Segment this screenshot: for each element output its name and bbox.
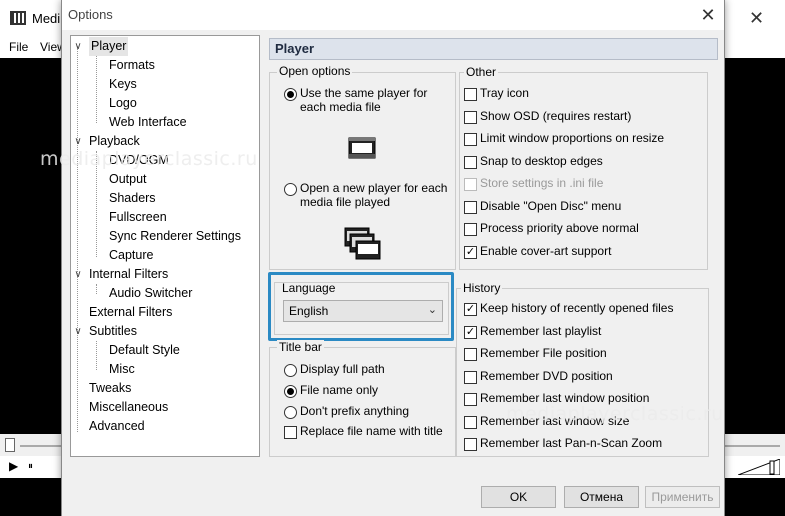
play-icon[interactable]: ▶: [9, 459, 18, 473]
title-bar-radio-2[interactable]: [284, 406, 297, 419]
tree-item-label: Default Style: [109, 343, 180, 357]
apply-button[interactable]: Применить: [645, 486, 720, 508]
tree-item-label: Fullscreen: [109, 210, 167, 224]
same-player-label-1: Use the same player for: [300, 86, 428, 100]
film-icon: [10, 11, 26, 25]
replace-title-checkbox[interactable]: [284, 426, 297, 439]
tree-item-label: Miscellaneous: [89, 400, 169, 414]
history-option-label: Remember last playlist: [480, 323, 602, 338]
pause-icon[interactable]: ⏸: [28, 461, 33, 472]
seekbar-thumb[interactable]: [5, 438, 15, 452]
tree-connector: [96, 284, 97, 294]
watermark-bottom: mediaplayerclassic.ru: [506, 403, 724, 425]
tree-item-label: External Filters: [89, 305, 173, 319]
other-option-checkbox[interactable]: ✓: [464, 245, 477, 259]
history-option-label: Remember last Pan-n-Scan Zoom: [480, 436, 663, 450]
watermark-top: mediaplayerclassic.ru: [40, 148, 258, 170]
tree-item-label: Player: [89, 37, 129, 56]
tree-item-label: Capture: [109, 248, 154, 262]
cancel-button[interactable]: Отмена: [564, 486, 639, 508]
other-option-label: Enable cover-art support: [480, 243, 612, 258]
tree-connector: [96, 341, 97, 370]
expand-toggle-icon[interactable]: ∨: [72, 265, 84, 284]
history-title: History: [461, 281, 503, 295]
other-option-checkbox[interactable]: [464, 155, 477, 169]
options-dialog: Options ✕ ∨ Player Formats Keys Logo Web Inte…: [61, 0, 725, 516]
title-bar-option-label: Display full path: [300, 362, 385, 376]
other-option-checkbox: [464, 178, 477, 191]
panel-title: Player: [275, 41, 315, 56]
background-close-icon[interactable]: ✕: [749, 8, 764, 29]
other-option-label: Limit window proportions on resize: [480, 131, 665, 145]
single-player-icon: [348, 137, 376, 159]
tree-connector: [96, 56, 97, 123]
other-option-checkbox[interactable]: [464, 88, 477, 101]
history-option-label: Remember DVD position: [480, 368, 613, 383]
other-option-label: Disable "Open Disc" menu: [480, 198, 622, 213]
other-option-checkbox[interactable]: [464, 110, 477, 124]
other-option-checkbox[interactable]: [464, 223, 477, 236]
new-player-label-1: Open a new player for each: [300, 181, 448, 195]
title-bar-option-label: File name only: [300, 383, 379, 397]
tree-item-label: Shaders: [109, 191, 156, 205]
title-bar-title: Title bar: [277, 340, 324, 354]
new-player-radio[interactable]: [284, 183, 297, 196]
other-option-label: Tray icon: [480, 86, 529, 100]
tree-item-label: Sync Renderer Settings: [109, 229, 242, 243]
ok-button[interactable]: OK: [481, 486, 556, 508]
tree-item-label: Advanced: [89, 419, 145, 433]
close-icon[interactable]: ✕: [696, 3, 720, 27]
tree-item-label: Misc: [109, 362, 135, 376]
tree-item-label: Web Interface: [109, 115, 187, 129]
volume-slider[interactable]: [738, 459, 780, 475]
expand-toggle-icon[interactable]: ∨: [72, 37, 84, 56]
other-title: Other: [464, 65, 499, 79]
tree-item-label: Keys: [109, 77, 137, 91]
history-option-checkbox[interactable]: ✓: [464, 325, 477, 339]
expand-toggle-icon[interactable]: ∨: [72, 322, 84, 341]
tree-item-label: Logo: [109, 96, 137, 110]
history-option-label: Remember File position: [480, 346, 607, 360]
tree-item-label: Formats: [109, 58, 155, 72]
tree-item-label: Internal Filters: [89, 267, 169, 281]
title-bar-option-label: Don't prefix anything: [300, 404, 410, 418]
title-bar-radio-1[interactable]: [284, 385, 297, 398]
background-window-title: Medi: [32, 11, 61, 26]
history-option-checkbox[interactable]: [464, 415, 477, 429]
history-option-label: Keep history of recently opened files: [480, 301, 674, 315]
other-option-label: Snap to desktop edges: [480, 153, 603, 168]
language-highlight: [268, 272, 454, 341]
other-option-checkbox[interactable]: [464, 200, 477, 214]
other-option-checkbox[interactable]: [464, 133, 477, 146]
panel-header: Player: [269, 38, 718, 60]
tree-item-label: Tweaks: [89, 381, 132, 395]
same-player-label-2: each media file: [300, 100, 381, 114]
history-option-checkbox[interactable]: [464, 348, 477, 361]
tree-item-label: Audio Switcher: [109, 286, 193, 300]
tree-connector: [77, 46, 78, 432]
replace-title-label: Replace file name with title: [300, 424, 443, 438]
history-option-checkbox[interactable]: [464, 370, 477, 384]
history-option-checkbox[interactable]: [464, 393, 477, 406]
tree-item-label: Subtitles: [89, 324, 137, 338]
new-player-label-2: media file played: [300, 195, 391, 209]
other-option-label: Process priority above normal: [480, 221, 639, 235]
open-options-title: Open options: [277, 64, 353, 78]
other-group: [459, 72, 708, 270]
same-player-radio[interactable]: [284, 88, 297, 101]
multiple-players-icon: [344, 227, 381, 260]
history-option-checkbox[interactable]: ✓: [464, 303, 477, 316]
dialog-title: Options: [68, 7, 113, 22]
dialog-titlebar: [62, 0, 724, 30]
other-option-label: Store settings in .ini file: [480, 176, 604, 190]
menu-file[interactable]: File: [9, 40, 28, 54]
title-bar-radio-0[interactable]: [284, 364, 297, 377]
tree-item-label: Output: [109, 172, 147, 186]
other-option-label: Show OSD (requires restart): [480, 108, 632, 123]
history-option-checkbox[interactable]: [464, 438, 477, 451]
